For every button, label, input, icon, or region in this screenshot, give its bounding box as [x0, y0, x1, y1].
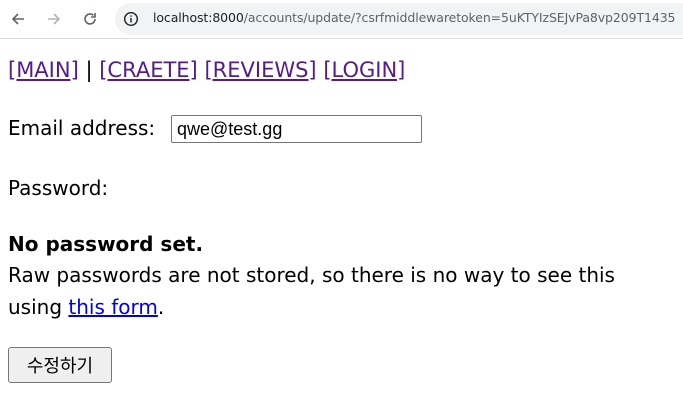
- reload-button[interactable]: [78, 7, 102, 31]
- page-info-icon: [123, 11, 139, 27]
- nav-link-reviews[interactable]: [REVIEWS]: [204, 58, 316, 82]
- nav-separator: |: [85, 58, 93, 82]
- password-change-link[interactable]: this form: [68, 295, 157, 319]
- password-help-line-1: Raw passwords are not stored, so there i…: [8, 263, 615, 287]
- nav-link-main[interactable]: [MAIN]: [8, 58, 79, 82]
- back-button[interactable]: [6, 7, 30, 31]
- forward-button[interactable]: [42, 7, 66, 31]
- arrow-left-icon: [11, 13, 24, 25]
- arrow-right-icon: [48, 13, 61, 25]
- url-host: localhost:8000: [153, 10, 244, 25]
- browser-toolbar: localhost:8000/accounts/update/?csrfmidd…: [0, 0, 683, 39]
- email-label: Email address:: [8, 116, 156, 140]
- site-info-button[interactable]: [120, 8, 142, 30]
- top-nav: [MAIN] | [CRAETE] [REVIEWS] [LOGIN]: [8, 58, 405, 82]
- password-help-prefix: using: [8, 295, 63, 319]
- reload-icon: [84, 13, 96, 25]
- password-status: No password set.: [8, 232, 204, 256]
- page-content: [MAIN] | [CRAETE] [REVIEWS] [LOGIN] Emai…: [0, 38, 683, 404]
- url-path: /accounts/update/?csrfmiddlewaretoken=5u…: [243, 10, 676, 25]
- password-help-line-2: using this form.: [8, 295, 164, 319]
- password-help-suffix: .: [157, 295, 165, 319]
- nav-link-create[interactable]: [CRAETE]: [99, 58, 198, 82]
- email-field[interactable]: [171, 115, 422, 143]
- submit-button[interactable]: 수정하기: [8, 347, 112, 383]
- nav-link-login[interactable]: [LOGIN]: [323, 58, 405, 82]
- address-bar[interactable]: localhost:8000/accounts/update/?csrfmidd…: [115, 3, 683, 35]
- url-text: localhost:8000/accounts/update/?csrfmidd…: [153, 10, 676, 25]
- password-label: Password:: [8, 176, 109, 200]
